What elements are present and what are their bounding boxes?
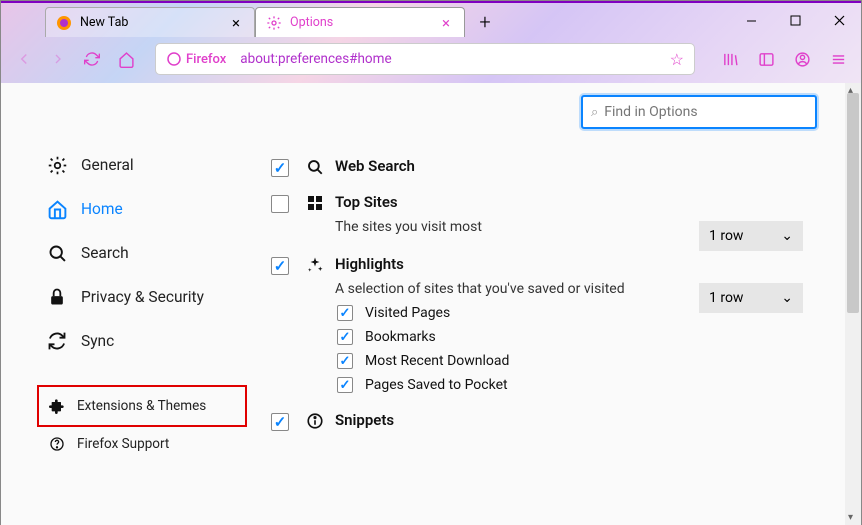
sub-label: Most Recent Download	[365, 353, 509, 369]
option-snippets: Snippets	[271, 411, 801, 431]
sidebar-item-general[interactable]: General	[45, 143, 241, 187]
tab-options[interactable]: Options ×	[255, 7, 465, 37]
chevron-down-icon: ⌄	[781, 228, 793, 244]
urlbar-url: about:preferences#home	[240, 51, 669, 67]
select-highlights-rows[interactable]: 1 row ⌄	[699, 283, 803, 313]
firefox-shield-icon	[166, 51, 182, 67]
sparkle-icon	[305, 255, 325, 275]
window-controls	[729, 7, 861, 33]
sidebar-item-home[interactable]: Home	[45, 187, 241, 231]
magnifier-icon	[305, 157, 325, 177]
option-label: Highlights	[335, 255, 801, 273]
lock-icon	[45, 285, 69, 309]
sidebar-footer: Extensions & Themes Firefox Support	[45, 385, 241, 461]
sub-option: Most Recent Download	[337, 353, 801, 369]
info-icon	[305, 411, 325, 431]
sidebar-item-label: Sync	[81, 332, 114, 350]
sidebar-item-support[interactable]: Firefox Support	[45, 427, 241, 461]
checkbox-top-sites[interactable]	[271, 195, 289, 213]
checkbox-visited-pages[interactable]	[337, 305, 353, 321]
reload-button[interactable]	[77, 44, 107, 74]
url-bar[interactable]: Firefox about:preferences#home ☆	[155, 43, 695, 75]
sidebar-item-label: Extensions & Themes	[77, 398, 206, 414]
checkbox-snippets[interactable]	[271, 413, 289, 431]
option-top-sites: Top Sites The sites you visit most 1 row…	[271, 193, 801, 235]
home-button[interactable]	[111, 44, 141, 74]
account-button[interactable]	[787, 44, 817, 74]
sub-label: Pages Saved to Pocket	[365, 377, 508, 393]
grid-icon	[305, 193, 325, 213]
bookmark-star-icon[interactable]: ☆	[670, 50, 684, 69]
option-highlights: Highlights A selection of sites that you…	[271, 255, 801, 297]
magnifier-icon: ⌕	[591, 105, 598, 120]
sub-option: Bookmarks	[337, 329, 801, 345]
checkbox-web-search[interactable]	[271, 159, 289, 177]
option-label: Top Sites	[335, 193, 801, 211]
option-web-search: Web Search	[271, 157, 801, 177]
back-button[interactable]	[9, 44, 39, 74]
titlebar: New Tab × Options × + Firefox about:pref…	[1, 1, 861, 83]
sidebar-item-privacy[interactable]: Privacy & Security	[45, 275, 241, 319]
gear-icon	[45, 153, 69, 177]
sub-label: Bookmarks	[365, 329, 436, 345]
vertical-scrollbar[interactable]: ▴ ▾	[845, 83, 861, 525]
home-icon	[45, 197, 69, 221]
firefox-logo-icon	[56, 15, 72, 31]
sidebar-item-search[interactable]: Search	[45, 231, 241, 275]
tab-label: New Tab	[80, 15, 228, 30]
sidebar-item-extensions[interactable]: Extensions & Themes	[45, 389, 239, 423]
sidebar-item-label: Firefox Support	[77, 436, 169, 452]
tab-new-tab[interactable]: New Tab ×	[45, 7, 255, 37]
close-window-button[interactable]	[817, 7, 861, 33]
search-input[interactable]	[604, 104, 807, 120]
checkbox-recent-download[interactable]	[337, 353, 353, 369]
sub-option: Pages Saved to Pocket	[337, 377, 801, 393]
urlbar-identity: Firefox	[186, 52, 226, 67]
option-label: Web Search	[335, 157, 801, 175]
select-value: 1 row	[709, 228, 743, 244]
close-icon[interactable]: ×	[438, 15, 454, 31]
checkbox-bookmarks[interactable]	[337, 329, 353, 345]
forward-button[interactable]	[43, 44, 73, 74]
scrollbar-thumb[interactable]	[847, 93, 859, 313]
option-label: Snippets	[335, 411, 801, 429]
new-tab-button[interactable]: +	[469, 7, 501, 37]
sidebar-item-label: General	[81, 156, 134, 174]
highlights-sub-options: Visited Pages Bookmarks Most Recent Down…	[271, 305, 801, 393]
close-icon[interactable]: ×	[228, 15, 244, 31]
sub-label: Visited Pages	[365, 305, 450, 321]
preferences-sidebar: General Home Search Privacy & Security S…	[1, 83, 261, 525]
scroll-down-icon: ▾	[848, 512, 853, 523]
find-in-options[interactable]: ⌕	[581, 95, 817, 129]
checkbox-pocket[interactable]	[337, 377, 353, 393]
maximize-button[interactable]	[773, 7, 817, 33]
select-top-sites-rows[interactable]: 1 row ⌄	[699, 221, 803, 251]
menu-button[interactable]	[823, 44, 853, 74]
sidebar-button[interactable]	[751, 44, 781, 74]
gear-icon	[266, 15, 282, 31]
sidebar-item-label: Home	[81, 200, 123, 218]
sync-icon	[45, 329, 69, 353]
preferences-page: General Home Search Privacy & Security S…	[1, 83, 861, 525]
preferences-main: ⌕ Web Search Top Sites The sites you vis…	[261, 83, 861, 525]
nav-toolbar: Firefox about:preferences#home ☆	[1, 37, 861, 81]
library-button[interactable]	[715, 44, 745, 74]
chevron-down-icon: ⌄	[781, 290, 793, 306]
help-icon	[47, 434, 67, 454]
magnifier-icon	[45, 241, 69, 265]
select-value: 1 row	[709, 290, 743, 306]
sidebar-item-label: Search	[81, 244, 129, 262]
sidebar-item-sync[interactable]: Sync	[45, 319, 241, 363]
sidebar-item-label: Privacy & Security	[81, 288, 204, 306]
puzzle-icon	[47, 396, 67, 416]
tab-label: Options	[290, 15, 438, 30]
checkbox-highlights[interactable]	[271, 257, 289, 275]
minimize-button[interactable]	[729, 7, 773, 33]
